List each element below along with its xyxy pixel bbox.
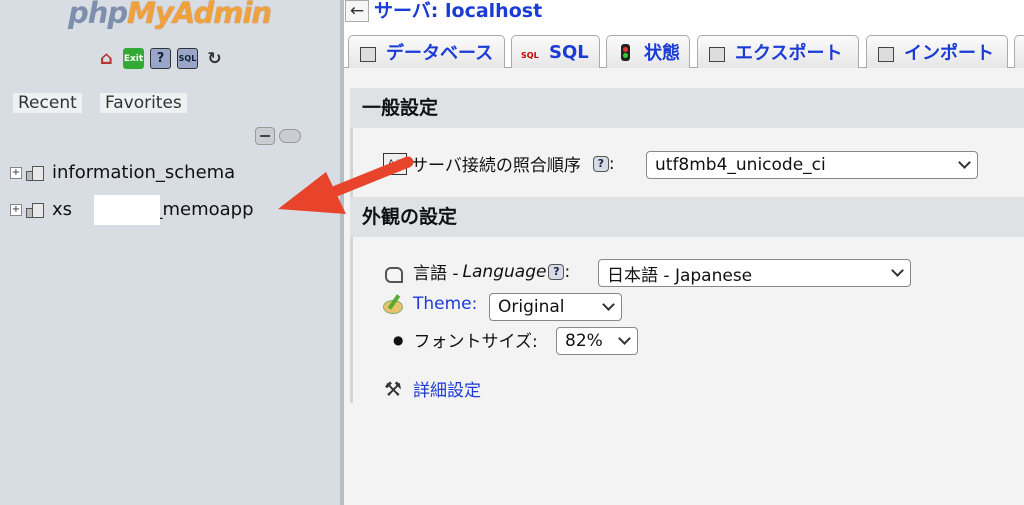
tab-more[interactable] [1014, 35, 1024, 68]
home-icon[interactable]: ⌂ [96, 48, 117, 69]
expand-icon[interactable]: + [10, 166, 22, 179]
tab-sql[interactable]: SQL [511, 35, 600, 68]
database-icon [24, 163, 46, 183]
collation-row: A↓ サーバ接続の照合順序 ? : [383, 151, 615, 176]
reload-icon[interactable]: ↻ [204, 48, 225, 69]
collation-icon: A↓ [383, 152, 407, 175]
expand-icon[interactable]: + [10, 203, 22, 216]
tab-status[interactable]: 状態 [606, 35, 690, 68]
theme-select[interactable]: Original [489, 293, 622, 321]
tree-controls [255, 127, 301, 145]
theme-row: Theme: [381, 293, 477, 315]
appearance-settings-heading: 外観の設定 [350, 197, 1024, 237]
chevron-down-icon [618, 332, 631, 345]
main-panel: ← サーバ: localhost データベース SQL 状態 エクスポート イン… [344, 0, 1024, 505]
collation-label: サーバ接続の照合順序 [411, 156, 581, 176]
tab-import[interactable]: インポート [866, 35, 1008, 68]
help-icon[interactable]: ? [592, 155, 609, 172]
chevron-down-icon [891, 264, 904, 277]
advanced-settings-row: ⚒ 詳細設定 [381, 376, 481, 402]
general-settings-heading: 一般設定 [350, 88, 1024, 128]
tab-databases[interactable]: データベース [348, 35, 505, 68]
collapse-all-icon[interactable] [255, 127, 275, 145]
server-breadcrumb[interactable]: サーバ: localhost [374, 0, 542, 23]
sql-icon[interactable]: SQL [177, 48, 198, 69]
help-icon[interactable]: ? [548, 263, 565, 280]
theme-link[interactable]: Theme: [413, 294, 477, 314]
exit-icon[interactable]: Exit [123, 48, 144, 69]
database-icon [24, 200, 46, 220]
language-row: 言語 - Language ? : [381, 259, 570, 284]
font-size-row: ● フォントサイズ: [393, 327, 538, 352]
traffic-light-icon [616, 42, 636, 62]
tab-recent[interactable]: Recent [13, 93, 82, 113]
quick-icons: ⌂ Exit ? SQL ↻ [96, 48, 225, 69]
phpmyadmin-logo[interactable]: phpMyAdmin [68, 0, 272, 30]
export-icon [707, 42, 727, 62]
chevron-down-icon [958, 156, 971, 169]
advanced-settings-link[interactable]: 詳細設定 [413, 376, 481, 401]
navigation-panel: phpMyAdmin ⌂ Exit ? SQL ↻ Recent Favorit… [0, 0, 340, 505]
bullet: ● [393, 332, 404, 347]
import-icon [876, 42, 896, 62]
font-size-label: フォントサイズ: [413, 332, 538, 352]
top-tabs: データベース SQL 状態 エクスポート インポート [344, 27, 1024, 68]
font-size-select[interactable]: 82% [556, 327, 638, 355]
link-with-main-icon[interactable] [279, 129, 301, 143]
database-name[interactable]: information_schema [52, 162, 235, 183]
chevron-down-icon [602, 298, 615, 311]
breadcrumb-bar: ← サーバ: localhost [344, 0, 1024, 27]
tab-favorites[interactable]: Favorites [100, 93, 187, 113]
tab-export[interactable]: エクスポート [697, 35, 859, 68]
language-select[interactable]: 日本語 - Japanese [598, 259, 911, 287]
language-icon [381, 261, 405, 283]
help-icon[interactable]: ? [150, 48, 171, 69]
language-label-italic: Language [462, 261, 547, 282]
database-icon [358, 42, 378, 62]
sql-icon [521, 42, 541, 62]
palette-icon [381, 293, 405, 315]
language-label: 言語 - [413, 264, 459, 284]
collation-select[interactable]: utf8mb4_unicode_ci [646, 151, 978, 179]
back-button[interactable]: ← [345, 0, 369, 22]
database-item[interactable]: + information_schema [10, 162, 235, 183]
redaction-box [94, 195, 160, 225]
tools-icon: ⚒ [384, 376, 402, 401]
